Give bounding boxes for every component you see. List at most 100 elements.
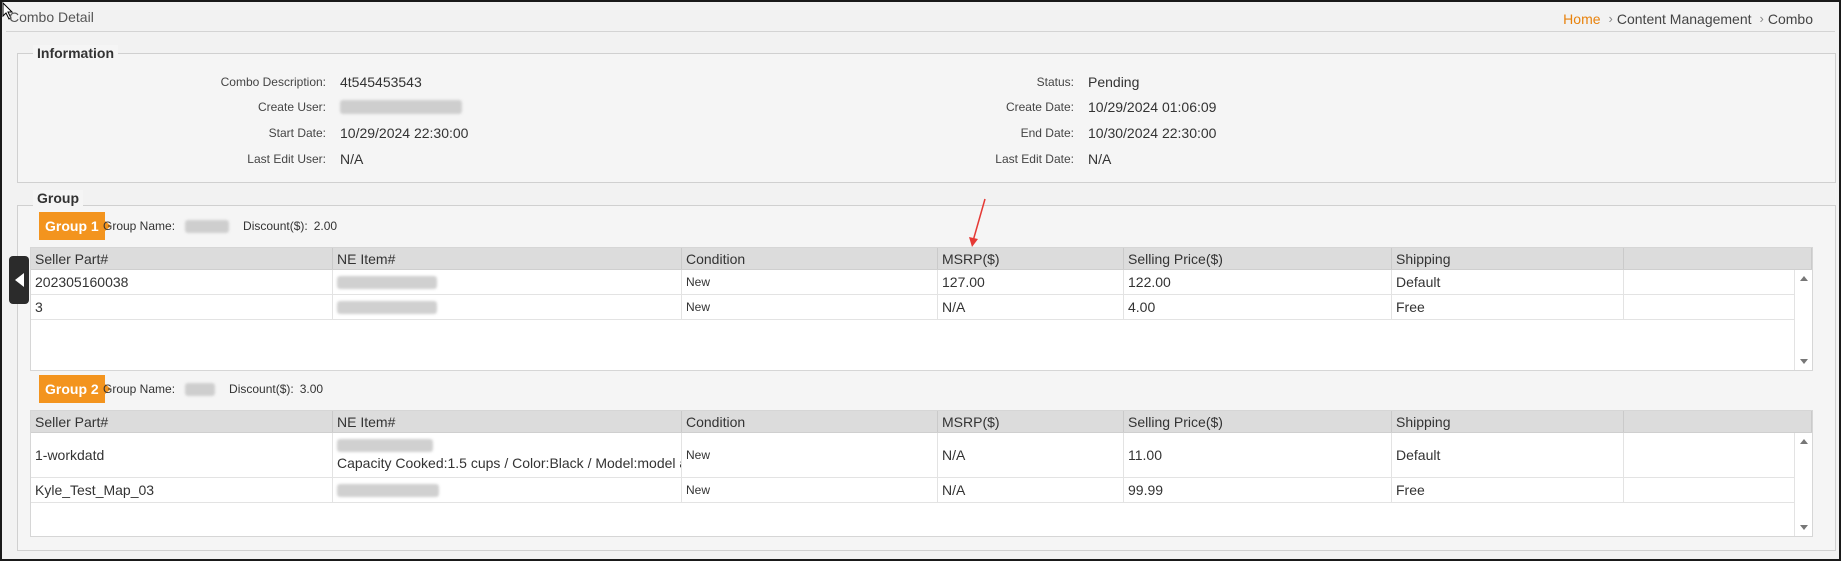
- ne-item-cell: [333, 295, 682, 319]
- condition-cell: New: [682, 433, 938, 477]
- info-row-create-user: Create User:: [152, 97, 462, 117]
- msrp-cell: N/A: [938, 433, 1124, 477]
- table-row[interactable]: Kyle_Test_Map_03 New N/A 99.99 Free: [31, 478, 1812, 503]
- scroll-down-icon[interactable]: [1800, 525, 1808, 530]
- column-header-extra: [1624, 248, 1812, 269]
- breadcrumb-separator-icon: ›: [1759, 11, 1764, 26]
- combo-description-label: Combo Description:: [220, 75, 326, 89]
- column-header-condition[interactable]: Condition: [682, 248, 938, 269]
- status-label: Status:: [1036, 75, 1074, 89]
- group-1-name-redacted: [185, 219, 230, 233]
- extra-cell: [1624, 433, 1812, 477]
- table-header: Seller Part# NE Item# Condition MSRP($) …: [31, 248, 1812, 270]
- selling-price-cell: 99.99: [1124, 478, 1392, 502]
- seller-part-cell: 3: [31, 295, 333, 319]
- column-header-msrp[interactable]: MSRP($): [938, 411, 1124, 432]
- info-row-last-edit-user: Last Edit User: N/A: [152, 149, 363, 169]
- group-1-name-label: Group Name:: [103, 219, 176, 233]
- breadcrumb-item-combo: Combo: [1767, 11, 1813, 27]
- shipping-cell: Default: [1392, 270, 1624, 294]
- column-header-msrp[interactable]: MSRP($): [938, 248, 1124, 269]
- column-header-extra: [1624, 411, 1812, 432]
- condition-cell: New: [682, 478, 938, 502]
- last-edit-date-value: N/A: [1088, 151, 1112, 167]
- create-date-value: 10/29/2024 01:06:09: [1088, 99, 1217, 115]
- group-1-scrollbar[interactable]: [1794, 270, 1812, 370]
- table-row[interactable]: 1-workdatd Capacity Cooked:1.5 cups / Co…: [31, 433, 1812, 478]
- selling-price-cell: 11.00: [1124, 433, 1392, 477]
- page-title: Combo Detail: [9, 9, 94, 25]
- extra-cell: [1624, 295, 1812, 319]
- seller-part-cell: 1-workdatd: [31, 433, 333, 477]
- info-row-status: Status: Pending: [902, 72, 1140, 92]
- breadcrumb-separator-icon: ›: [1608, 11, 1613, 26]
- shipping-cell: Free: [1392, 295, 1624, 319]
- breadcrumb-item-content-management[interactable]: Content Management: [1617, 11, 1752, 27]
- info-row-create-date: Create Date: 10/29/2024 01:06:09: [902, 97, 1217, 117]
- condition-cell: New: [682, 295, 938, 319]
- column-header-shipping[interactable]: Shipping: [1392, 411, 1624, 432]
- red-arrow-icon: [969, 198, 986, 247]
- breadcrumb: Home › Content Management › Combo: [1563, 11, 1813, 27]
- ne-item-cell: [333, 478, 682, 502]
- sidebar-toggle-button[interactable]: [9, 256, 29, 304]
- group-1-tag: Group 1: [39, 212, 111, 240]
- extra-cell: [1624, 478, 1812, 502]
- table-row[interactable]: 202305160038 New 127.00 122.00 Default: [31, 270, 1812, 295]
- app-window: Combo Detail Home › Content Management ›…: [0, 0, 1841, 561]
- selling-price-cell: 4.00: [1124, 295, 1392, 319]
- shipping-cell: Default: [1392, 433, 1624, 477]
- scroll-up-icon[interactable]: [1800, 439, 1808, 444]
- column-header-condition[interactable]: Condition: [682, 411, 938, 432]
- group-2-name-redacted: [185, 382, 216, 396]
- msrp-cell: 127.00: [938, 270, 1124, 294]
- header-divider: [6, 31, 1835, 32]
- info-row-combo-description: Combo Description: 4t545453543: [152, 72, 422, 92]
- ne-item-redacted: [337, 300, 437, 314]
- column-header-shipping[interactable]: Shipping: [1392, 248, 1624, 269]
- group-1-discount-label: Discount($):: [243, 219, 308, 233]
- group-2-discount-label: Discount($):: [229, 382, 294, 396]
- group-1-discount-value: 2.00: [313, 219, 338, 233]
- msrp-cell: N/A: [938, 478, 1124, 502]
- breadcrumb-home-link[interactable]: Home: [1563, 11, 1600, 27]
- group-legend: Group: [33, 190, 83, 206]
- ne-item-redacted: [337, 275, 437, 289]
- group-2-meta: Group Name: Discount($): 3.00: [103, 382, 323, 396]
- group-2-scrollbar[interactable]: [1794, 433, 1812, 536]
- selling-price-cell: 122.00: [1124, 270, 1392, 294]
- create-user-value-redacted: [340, 100, 462, 114]
- ne-item-cell: [333, 270, 682, 294]
- group-1-meta: Group Name: Discount($): 2.00: [103, 219, 337, 233]
- column-header-ne-item[interactable]: NE Item#: [333, 248, 682, 269]
- seller-part-cell: 202305160038: [31, 270, 333, 294]
- extra-cell: [1624, 270, 1812, 294]
- scroll-down-icon[interactable]: [1800, 359, 1808, 364]
- table-row[interactable]: 3 New N/A 4.00 Free: [31, 295, 1812, 320]
- start-date-label: Start Date:: [268, 126, 326, 140]
- column-header-seller-part[interactable]: Seller Part#: [31, 248, 333, 269]
- end-date-value: 10/30/2024 22:30:00: [1088, 125, 1217, 141]
- ne-item-redacted: [337, 439, 433, 452]
- last-edit-date-label: Last Edit Date:: [995, 152, 1074, 166]
- column-header-seller-part[interactable]: Seller Part#: [31, 411, 333, 432]
- shipping-cell: Free: [1392, 478, 1624, 502]
- column-header-selling-price[interactable]: Selling Price($): [1124, 411, 1392, 432]
- end-date-label: End Date:: [1020, 126, 1074, 140]
- ne-item-description: Capacity Cooked:1.5 cups / Color:Black /…: [337, 455, 682, 471]
- ne-item-cell: Capacity Cooked:1.5 cups / Color:Black /…: [333, 433, 682, 477]
- info-row-start-date: Start Date: 10/29/2024 22:30:00: [152, 123, 469, 143]
- information-legend: Information: [33, 45, 118, 61]
- column-header-selling-price[interactable]: Selling Price($): [1124, 248, 1392, 269]
- combo-description-value: 4t545453543: [340, 74, 422, 90]
- info-row-end-date: End Date: 10/30/2024 22:30:00: [902, 123, 1217, 143]
- scroll-up-icon[interactable]: [1800, 276, 1808, 281]
- ne-item-redacted: [337, 483, 439, 497]
- group-1-table: Seller Part# NE Item# Condition MSRP($) …: [30, 247, 1813, 371]
- column-header-ne-item[interactable]: NE Item#: [333, 411, 682, 432]
- group-2-discount-value: 3.00: [299, 382, 324, 396]
- status-value: Pending: [1088, 74, 1140, 90]
- condition-cell: New: [682, 270, 938, 294]
- create-date-label: Create Date:: [1005, 100, 1074, 114]
- last-edit-user-label: Last Edit User:: [247, 152, 326, 166]
